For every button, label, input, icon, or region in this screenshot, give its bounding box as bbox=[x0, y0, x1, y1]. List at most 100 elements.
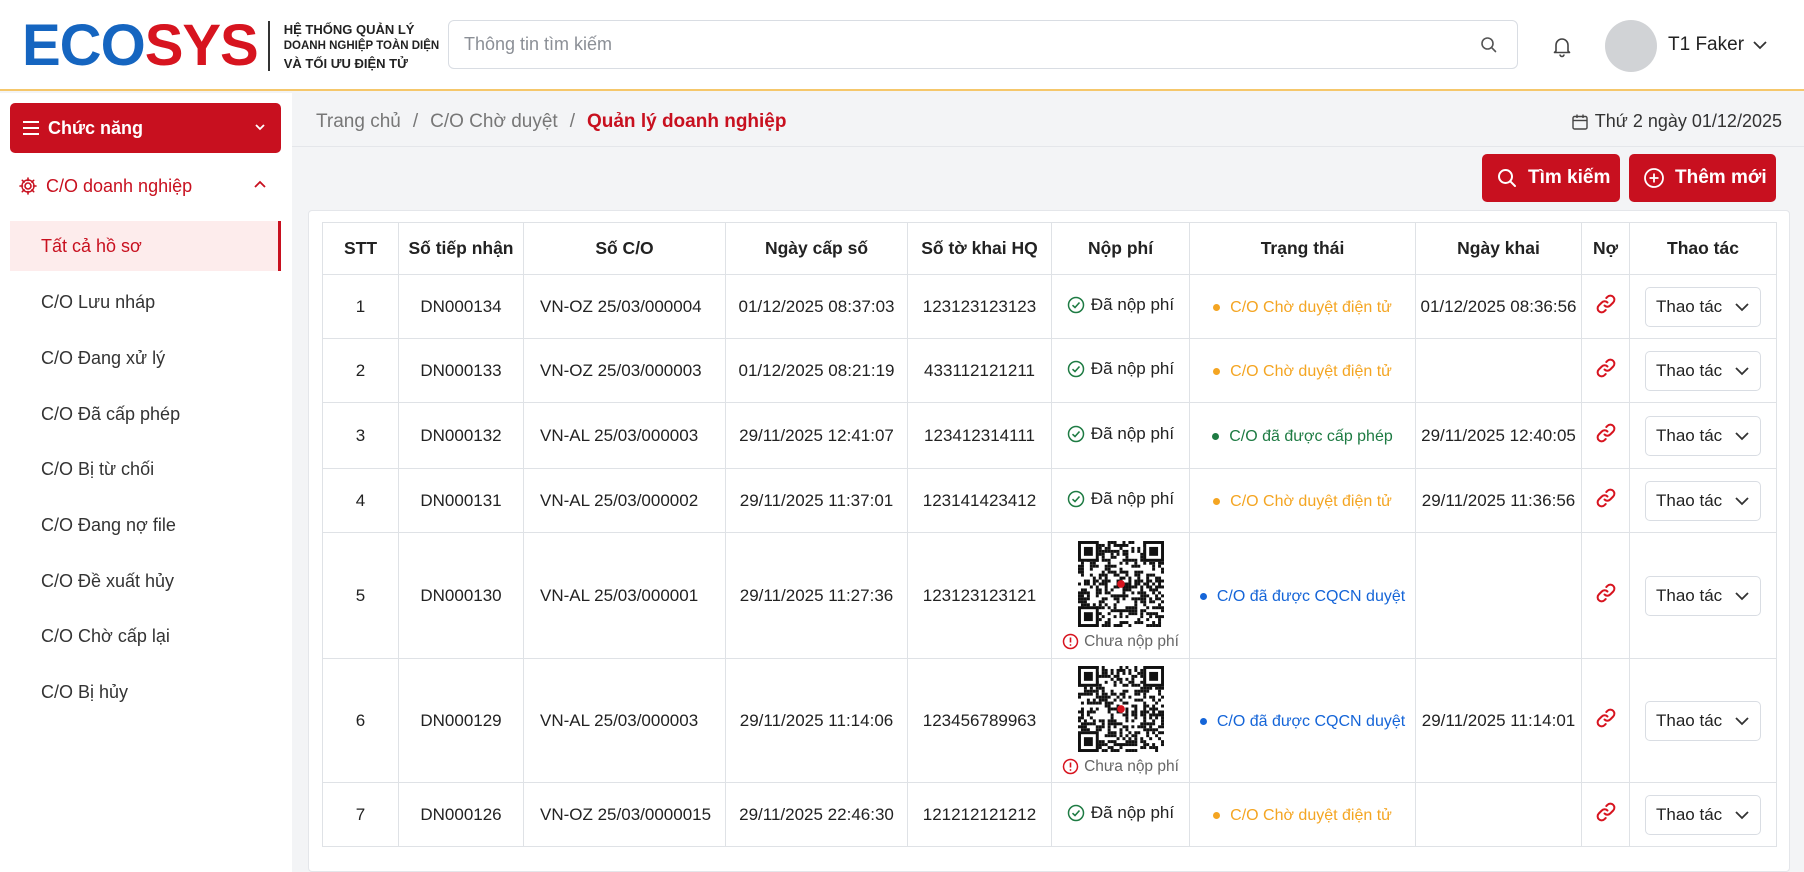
cell-status: C/O Chờ duyệt điện tử bbox=[1189, 274, 1416, 339]
breadcrumb-parent[interactable]: C/O Chờ duyệt bbox=[430, 111, 558, 133]
actions-dropdown[interactable]: Thao tác bbox=[1645, 415, 1761, 456]
column-header-declared-date: Ngày khai bbox=[1415, 222, 1582, 275]
function-menu-button[interactable]: Chức năng bbox=[10, 103, 281, 153]
sidebar-item-draft[interactable]: C/O Lưu nháp bbox=[10, 277, 281, 327]
cell-co-number: VN-OZ 25/03/000004 bbox=[523, 274, 726, 339]
chevron-down-icon bbox=[1735, 810, 1749, 819]
actions-dropdown-label: Thao tác bbox=[1656, 490, 1723, 510]
column-header-co-number: Số C/O bbox=[523, 222, 726, 275]
sidebar-item-owing-file[interactable]: C/O Đang nợ file bbox=[10, 500, 281, 550]
sidebar-item-rejected[interactable]: C/O Bị từ chối bbox=[10, 444, 281, 494]
actions-dropdown[interactable]: Thao tác bbox=[1645, 286, 1761, 327]
check-circle-icon bbox=[1067, 490, 1085, 507]
fee-text: Đã nộp phí bbox=[1090, 488, 1175, 508]
search-button-label: Tìm kiếm bbox=[1528, 167, 1611, 188]
sidebar-item-processing[interactable]: C/O Đang xử lý bbox=[10, 333, 281, 383]
notification-bell-icon[interactable] bbox=[1550, 34, 1574, 63]
link-icon[interactable] bbox=[1595, 422, 1617, 444]
cell-status: C/O đã được CQCN duyệt bbox=[1189, 658, 1416, 783]
cell-declared-date: 29/11/2025 11:36:56 bbox=[1415, 468, 1582, 533]
cell-declared-date: 01/12/2025 08:36:56 bbox=[1415, 274, 1582, 339]
search-button[interactable]: Tìm kiếm bbox=[1482, 154, 1620, 202]
sidebar-item-all-records[interactable]: Tất cả hồ sơ bbox=[10, 221, 281, 271]
cell-declared-date bbox=[1415, 782, 1582, 847]
actions-dropdown[interactable]: Thao tác bbox=[1645, 794, 1761, 835]
status-dot bbox=[1212, 433, 1220, 441]
cell-issued-date: 29/11/2025 22:46:30 bbox=[725, 782, 908, 847]
table-row[interactable]: 7 DN000126 VN-OZ 25/03/0000015 29/11/2025 2… bbox=[322, 782, 1777, 847]
column-header-issued-date: Ngày cấp số bbox=[725, 222, 908, 275]
table-row[interactable]: 4 DN000131 VN-AL 25/03/000002 29/11/2025 11… bbox=[322, 468, 1777, 533]
table-row[interactable]: 6 DN000129 VN-AL 25/03/000003 29/11/2025 11… bbox=[322, 658, 1777, 783]
search-icon bbox=[1498, 169, 1516, 187]
avatar[interactable] bbox=[1605, 20, 1657, 72]
logo-eco: ECO bbox=[22, 13, 146, 78]
cell-debt bbox=[1581, 658, 1630, 783]
alert-circle-icon bbox=[1062, 633, 1079, 650]
qr-code-icon[interactable] bbox=[1076, 540, 1166, 627]
logo-subtitle-line-3: VÀ TỐI ƯU ĐIỆN TỬ bbox=[283, 55, 408, 71]
fee-unpaid-note: Chưa nộp phí bbox=[1062, 633, 1179, 651]
cell-status: C/O đã được CQCN duyệt bbox=[1189, 532, 1416, 659]
cell-stt: 2 bbox=[322, 338, 399, 403]
actions-dropdown-label: Thao tác bbox=[1656, 296, 1723, 316]
cell-status: C/O Chờ duyệt điện tử bbox=[1189, 468, 1416, 533]
chevron-down-icon bbox=[1735, 716, 1749, 725]
chevron-down-icon bbox=[1735, 591, 1749, 600]
actions-dropdown-label: Thao tác bbox=[1656, 425, 1723, 445]
cell-fee: Đã nộp phí bbox=[1051, 402, 1190, 469]
status-text: C/O Chờ duyệt điện tử bbox=[1230, 298, 1392, 316]
table-row[interactable]: 1 DN000134 VN-OZ 25/03/000004 01/12/2025 08… bbox=[322, 274, 1777, 339]
status-text: C/O đã được CQCN duyệt bbox=[1216, 712, 1406, 730]
cell-co-number: VN-AL 25/03/000003 bbox=[523, 402, 726, 469]
link-icon[interactable] bbox=[1595, 357, 1617, 379]
cell-co-number: VN-AL 25/03/000003 bbox=[523, 658, 726, 783]
global-search bbox=[448, 20, 1518, 69]
chevron-down-icon bbox=[1735, 366, 1749, 375]
actions-dropdown[interactable]: Thao tác bbox=[1645, 480, 1761, 521]
link-icon[interactable] bbox=[1595, 293, 1617, 315]
cell-receipt: DN000129 bbox=[398, 658, 524, 783]
cell-actions: Thao tác bbox=[1629, 468, 1777, 533]
logo-sys: SYS bbox=[144, 13, 259, 78]
sidebar-item-cancelled[interactable]: C/O Bị hủy bbox=[10, 667, 281, 717]
search-icon[interactable] bbox=[1479, 35, 1499, 60]
sidebar-item-await-reissue[interactable]: C/O Chờ cấp lại bbox=[10, 611, 281, 661]
sidebar: Chức năng C/O doanh nghiệp Tất cả hồ sơ … bbox=[0, 93, 292, 872]
qr-code-icon[interactable] bbox=[1076, 665, 1166, 752]
breadcrumb: Trang chủ / C/O Chờ duyệt / Quản lý doan… bbox=[316, 111, 786, 133]
actions-dropdown[interactable]: Thao tác bbox=[1645, 575, 1761, 616]
chevron-down-icon[interactable] bbox=[1752, 38, 1768, 56]
cell-customs: 123123123121 bbox=[907, 532, 1052, 659]
link-icon[interactable] bbox=[1595, 801, 1617, 823]
add-new-button[interactable]: Thêm mới bbox=[1629, 154, 1776, 202]
table-row[interactable]: 3 DN000132 VN-AL 25/03/000003 29/11/2025 12… bbox=[322, 402, 1777, 469]
fee-unpaid-note: Chưa nộp phí bbox=[1062, 758, 1179, 776]
ecosys-logo[interactable]: ECOSYS HỆ THỐNG QUẢN LÝ DOANH NGHIỆP TOÀ… bbox=[22, 17, 439, 75]
cell-debt bbox=[1581, 274, 1630, 339]
cell-issued-date: 29/11/2025 11:14:06 bbox=[725, 658, 908, 783]
user-name[interactable]: T1 Faker bbox=[1668, 34, 1744, 56]
sidebar-group-co-doanh-nghiep[interactable]: C/O doanh nghiệp bbox=[18, 171, 268, 201]
sidebar-item-cancel-proposed[interactable]: C/O Đề xuất hủy bbox=[10, 556, 281, 606]
status-text: C/O Chờ duyệt điện tử bbox=[1230, 806, 1392, 824]
link-icon[interactable] bbox=[1595, 582, 1617, 604]
link-icon[interactable] bbox=[1595, 707, 1617, 729]
cell-actions: Thao tác bbox=[1629, 782, 1777, 847]
actions-dropdown[interactable]: Thao tác bbox=[1645, 350, 1761, 391]
cell-actions: Thao tác bbox=[1629, 532, 1777, 659]
logo-divider bbox=[267, 21, 270, 71]
table-row[interactable]: 2 DN000133 VN-OZ 25/03/000003 01/12/2025 08… bbox=[322, 338, 1777, 403]
link-icon[interactable] bbox=[1595, 487, 1617, 509]
calendar-icon bbox=[1572, 114, 1588, 130]
column-header-actions: Thao tác bbox=[1629, 222, 1777, 275]
status-dot bbox=[1199, 593, 1207, 601]
actions-dropdown[interactable]: Thao tác bbox=[1645, 700, 1761, 741]
breadcrumb-home[interactable]: Trang chủ bbox=[316, 111, 401, 133]
table-row[interactable]: 5 DN000130 VN-AL 25/03/000001 29/11/2025 11… bbox=[322, 532, 1777, 659]
fee-text: Đã nộp phí bbox=[1090, 294, 1175, 314]
chevron-down-icon bbox=[1735, 496, 1749, 505]
cell-stt: 3 bbox=[322, 402, 399, 469]
search-input[interactable] bbox=[449, 21, 1349, 68]
sidebar-item-licensed[interactable]: C/O Đã cấp phép bbox=[10, 389, 281, 439]
